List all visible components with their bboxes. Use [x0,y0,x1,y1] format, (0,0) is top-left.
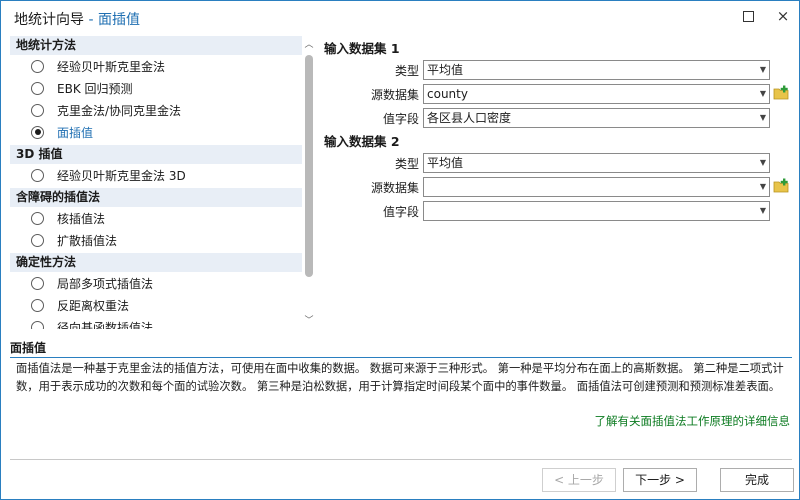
group-header: 含障碍的插值法 [10,188,302,207]
method-option-label: 局部多项式插值法 [57,276,154,291]
window-title-main: 地统计向导 [14,12,84,28]
method-option-rbf[interactable]: 径向基函数插值法 [10,316,317,329]
input-datasets-pane: 输入数据集 1 类型 平均值 ▼ 源数据集 county ▼ 值字段 各区县人口… [324,39,794,239]
method-option-label: 面插值 [57,125,94,140]
dataset1-field-row: 值字段 各区县人口密度 ▼ [324,106,794,130]
add-data-folder-icon[interactable] [773,178,791,194]
radio-button[interactable] [31,168,44,182]
geostat-wizard-window: 地统计向导 - 面插值 × 地统计方法 经验贝叶斯克里金法 EBK 回归预测 克… [0,0,800,500]
method-option-label: EBK 回归预测 [57,81,133,96]
window-title: 地统计向导 - 面插值 [14,9,140,29]
window-title-sub: 面插值 [97,12,140,28]
dataset1-type-value: 平均值 [427,63,464,77]
dataset1-source-value: county [427,87,468,101]
maximize-button[interactable] [733,4,763,28]
chevron-down-icon: ▼ [759,89,766,98]
dataset1-field-label: 值字段 [382,111,419,126]
method-option-label: 经验贝叶斯克里金法 3D [57,168,186,183]
description-title: 面插值 [10,341,47,355]
dataset2-type-label: 类型 [394,156,419,171]
dataset1-field-value: 各区县人口密度 [427,111,512,125]
window-title-sep: - [84,12,98,28]
add-data-folder-icon[interactable] [773,85,791,101]
scroll-down-icon[interactable]: ﹀ [303,315,315,327]
dataset2-type-value: 平均值 [427,156,464,170]
dataset1-source-select[interactable]: county ▼ [423,84,770,104]
dataset2-field-select[interactable]: ▼ [423,201,770,221]
group-header: 3D 插值 [10,145,302,164]
radio-button[interactable] [31,233,44,247]
radio-button[interactable] [31,320,44,329]
description-text: 面插值法是一种基于克里金法的插值方法，可使用在面中收集的数据。 数据可来源于三种… [16,362,784,393]
method-option-kriging[interactable]: 克里金法/协同克里金法 [10,99,317,121]
radio-button[interactable] [31,103,44,117]
next-button[interactable]: 下一步 > [623,468,697,492]
method-option-ebk-3d[interactable]: 经验贝叶斯克里金法 3D [10,164,317,186]
dataset1-type-row: 类型 平均值 ▼ [324,58,794,82]
radio-button[interactable] [31,211,44,225]
description-divider [10,357,792,358]
dataset2-source-select[interactable]: ▼ [423,177,770,197]
method-list-scrollbar[interactable]: ︿ ﹀ [303,39,315,329]
method-option-kernel[interactable]: 核插值法 [10,207,317,229]
method-option-ebk[interactable]: 经验贝叶斯克里金法 [10,55,317,77]
close-button[interactable]: × [768,4,798,28]
chevron-down-icon: ▼ [759,182,766,191]
method-option-label: 扩散插值法 [57,233,118,248]
method-option-local-polynomial[interactable]: 局部多项式插值法 [10,272,317,294]
radio-button[interactable] [31,298,44,312]
dataset1-field-select[interactable]: 各区县人口密度 ▼ [423,108,770,128]
method-option-label: 克里金法/协同克里金法 [57,103,182,118]
method-option-label: 径向基函数插值法 [57,320,154,330]
dataset2-source-label: 源数据集 [370,180,419,195]
chevron-down-icon: ▼ [759,113,766,122]
dataset2-field-label: 值字段 [382,204,419,219]
dataset2-field-row: 值字段 ▼ [324,199,794,223]
dataset2-source-row: 源数据集 ▼ [324,175,794,199]
scroll-up-icon[interactable]: ︿ [303,39,315,51]
dataset2-type-select[interactable]: 平均值 ▼ [423,153,770,173]
dataset1-source-row: 源数据集 county ▼ [324,82,794,106]
method-option-idw[interactable]: 反距离权重法 [10,294,317,316]
radio-button[interactable] [31,59,44,73]
method-option-areal[interactable]: 面插值 [10,121,317,143]
radio-button-selected[interactable] [31,125,44,139]
group-header: 确定性方法 [10,253,302,272]
dataset1-source-label: 源数据集 [370,87,419,102]
dataset1-type-label: 类型 [394,63,419,78]
method-list: 地统计方法 经验贝叶斯克里金法 EBK 回归预测 克里金法/协同克里金法 面插值… [10,36,317,329]
footer-divider [10,459,792,460]
dataset1-type-select[interactable]: 平均值 ▼ [423,60,770,80]
method-option-label: 反距离权重法 [57,298,130,313]
dataset1-title: 输入数据集 1 [324,41,400,56]
method-option-label: 核插值法 [57,211,106,226]
maximize-icon [742,10,754,22]
chevron-down-icon: ▼ [759,158,766,167]
radio-button[interactable] [31,276,44,290]
dataset2-type-row: 类型 平均值 ▼ [324,151,794,175]
scroll-thumb[interactable] [305,55,313,277]
radio-button[interactable] [31,81,44,95]
dataset2-title: 输入数据集 2 [324,134,400,149]
method-option-ebk-regression[interactable]: EBK 回归预测 [10,77,317,99]
title-bar: 地统计向导 - 面插值 × [1,1,799,35]
method-option-diffusion[interactable]: 扩散插值法 [10,229,317,251]
close-icon: × [776,7,790,25]
finish-button[interactable]: 完成 [720,468,794,492]
chevron-down-icon: ▼ [759,206,766,215]
group-header: 地统计方法 [10,36,302,55]
learn-more-link[interactable]: 了解有关面插值法工作原理的详细信息 [595,413,791,429]
method-option-label: 经验贝叶斯克里金法 [57,59,166,74]
previous-button[interactable]: < 上一步 [542,468,616,492]
chevron-down-icon: ▼ [759,65,766,74]
